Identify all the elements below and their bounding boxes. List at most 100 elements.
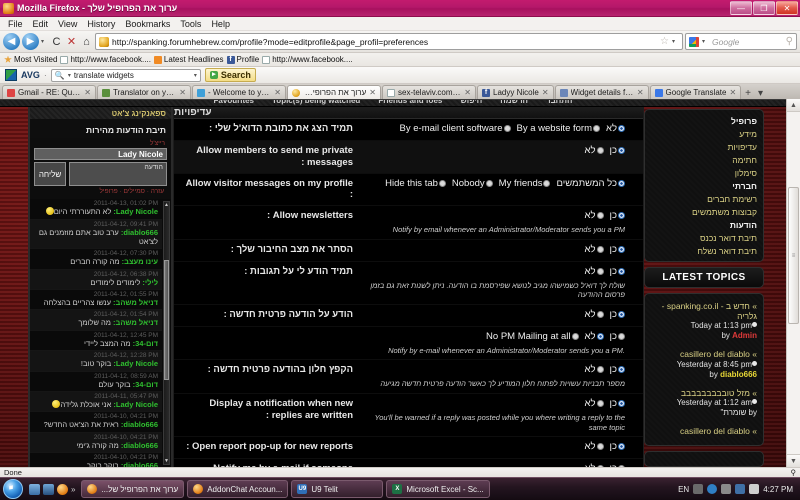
radio-unselected-icon[interactable] xyxy=(543,179,551,187)
bookmark-facebook-1[interactable]: http://www.facebook.... xyxy=(60,55,151,64)
radio-option[interactable]: Nobody xyxy=(452,178,493,191)
close-icon[interactable]: ✕ xyxy=(179,88,186,97)
menu-help[interactable]: Help xyxy=(206,19,235,29)
show-desktop-icon[interactable] xyxy=(29,483,40,495)
sidebar-item-link[interactable]: קבוצות משתמשים xyxy=(651,205,757,218)
latest-topic-title[interactable]: » casillero del diablo xyxy=(651,426,757,436)
latest-topic-title[interactable]: » חדש ב - spanking.co.il - גלריה xyxy=(651,301,757,321)
radio-option[interactable]: לא xyxy=(606,123,625,136)
minimize-button[interactable]: — xyxy=(730,1,752,15)
radio-unselected-icon[interactable] xyxy=(593,125,600,132)
menu-view[interactable]: View xyxy=(53,19,82,29)
forum-nav-favourites[interactable]: Favourites xyxy=(214,100,254,105)
sidebar-item-link[interactable]: חתימה xyxy=(651,153,757,166)
radio-unselected-icon[interactable] xyxy=(596,399,604,407)
status-search-icon[interactable]: ⚲ xyxy=(791,468,797,477)
bookmark-latest-headlines[interactable]: Latest Headlines xyxy=(153,55,224,64)
reload-icon[interactable]: C xyxy=(50,36,63,48)
radio-option[interactable]: לא xyxy=(585,331,604,344)
radio-unselected-icon[interactable] xyxy=(596,245,604,253)
scroll-down-icon[interactable]: ▼ xyxy=(164,458,169,464)
tab-list-icon[interactable]: ▾ xyxy=(755,88,766,99)
search-engine-dropdown-icon[interactable]: ▾ xyxy=(702,38,709,45)
chat-message-author[interactable]: diablo666: xyxy=(119,228,158,237)
radio-option[interactable]: My friends xyxy=(499,178,551,191)
radio-option[interactable]: לא xyxy=(585,244,604,257)
radio-selected-icon[interactable] xyxy=(618,311,625,318)
bookmark-star-icon[interactable]: ☆ xyxy=(660,36,669,47)
scroll-up-icon[interactable]: ▲ xyxy=(787,99,800,112)
radio-selected-icon[interactable] xyxy=(618,212,625,220)
chat-message-author[interactable]: Lady Nicole: xyxy=(111,359,158,368)
close-icon[interactable]: ✕ xyxy=(542,88,549,97)
tab-edit-profile[interactable]: ערוך את הפרופיל שלך ✕ xyxy=(287,85,381,99)
radio-selected-icon[interactable] xyxy=(596,332,604,340)
chat-message-author[interactable]: diablo666: xyxy=(119,441,158,450)
radio-option[interactable]: לא xyxy=(585,398,604,411)
radio-selected-icon[interactable] xyxy=(618,146,625,154)
radio-option[interactable]: כן xyxy=(610,398,625,411)
radio-unselected-icon[interactable] xyxy=(596,212,604,220)
menu-file[interactable]: File xyxy=(3,19,28,29)
menu-history[interactable]: History xyxy=(82,19,120,29)
firefox-icon[interactable] xyxy=(57,483,68,495)
radio-option[interactable]: לא xyxy=(585,266,604,279)
latest-topic-author[interactable]: diablo666 xyxy=(720,370,757,379)
radio-option[interactable]: כן xyxy=(610,331,625,344)
chat-message-author[interactable]: Lady Nicole: xyxy=(111,207,158,216)
latest-topic-title[interactable]: » מזל טובבבבבבבבב xyxy=(651,388,757,398)
maximize-button[interactable]: ❐ xyxy=(753,1,775,15)
close-button[interactable]: ✕ xyxy=(776,1,798,15)
radio-selected-icon[interactable] xyxy=(618,267,625,275)
back-icon[interactable]: ◀ xyxy=(3,33,20,50)
chat-tab[interactable]: ספאנקינג צ'אט xyxy=(30,107,171,120)
close-icon[interactable]: ✕ xyxy=(369,88,376,97)
forum-nav-watched[interactable]: Topic(s) being watched xyxy=(272,100,360,105)
scroll-thumb[interactable]: ≡ xyxy=(788,187,799,325)
close-icon[interactable]: ✕ xyxy=(729,88,736,97)
radio-option[interactable]: כן xyxy=(610,266,625,279)
radio-selected-icon[interactable] xyxy=(618,443,625,451)
radio-option[interactable]: By a website form xyxy=(517,123,600,136)
forum-nav-friends[interactable]: Friends and foes xyxy=(378,100,442,105)
menu-bookmarks[interactable]: Bookmarks xyxy=(120,19,175,29)
url-text[interactable]: http://spanking.forumhebrew.com/profile?… xyxy=(112,37,657,47)
sidebar-item-link[interactable]: מידע xyxy=(651,127,757,140)
overflow-icon[interactable]: » xyxy=(71,485,75,494)
chat-message-author[interactable]: Lady Nicole: xyxy=(111,400,158,409)
radio-unselected-icon[interactable] xyxy=(596,366,604,374)
bookmark-profile[interactable]: f Profile xyxy=(226,55,259,64)
menu-tools[interactable]: Tools xyxy=(175,19,206,29)
volume-icon[interactable] xyxy=(749,484,760,494)
latest-topic-author[interactable]: Admin xyxy=(732,331,757,340)
radio-option[interactable]: כן xyxy=(610,244,625,257)
bookmark-facebook-2[interactable]: http://www.facebook.... xyxy=(262,55,353,64)
search-input[interactable]: Google xyxy=(712,37,783,47)
radio-selected-icon[interactable] xyxy=(618,125,625,132)
sidebar-item-header[interactable]: חברתי xyxy=(651,179,757,192)
sidebar-item-link[interactable]: רשימת חברים xyxy=(651,192,757,205)
chat-message-author[interactable]: diablo666: xyxy=(119,420,158,429)
search-bar[interactable]: ▾ Google ⚲ xyxy=(685,33,797,50)
radio-option[interactable]: כן xyxy=(610,145,625,158)
sidebar-item-header[interactable]: הודעות xyxy=(651,218,757,231)
shield-icon[interactable] xyxy=(735,484,746,494)
radio-unselected-icon[interactable] xyxy=(596,311,604,318)
radio-unselected-icon[interactable] xyxy=(503,125,511,132)
history-dropdown-icon[interactable]: ▾ xyxy=(41,38,48,45)
radio-option[interactable]: No PM Mailing at all xyxy=(486,331,579,344)
radio-unselected-icon[interactable] xyxy=(438,179,446,187)
language-indicator[interactable]: EN xyxy=(678,485,689,494)
chevron-down-icon[interactable]: ▾ xyxy=(68,72,71,79)
scroll-down-icon[interactable]: ▼ xyxy=(787,454,800,467)
chat-message-input[interactable]: הודעה xyxy=(69,162,167,187)
radio-option[interactable]: כל המשתמשים xyxy=(556,178,625,191)
search-go-icon[interactable]: ⚲ xyxy=(786,36,793,47)
chat-message-author[interactable]: עינו מעצב: xyxy=(120,257,158,266)
tab-gmail[interactable]: Gmail - RE: Quest... ✕ xyxy=(2,85,96,99)
sidebar-item-header[interactable]: פרופיל xyxy=(651,114,757,127)
close-icon[interactable]: ✕ xyxy=(464,88,471,97)
forum-nav-search[interactable]: חיפוש xyxy=(460,100,482,105)
chat-scrollbar[interactable]: ▲ ▼ xyxy=(163,201,170,465)
bookmark-most-visited[interactable]: Most Visited xyxy=(4,55,57,64)
